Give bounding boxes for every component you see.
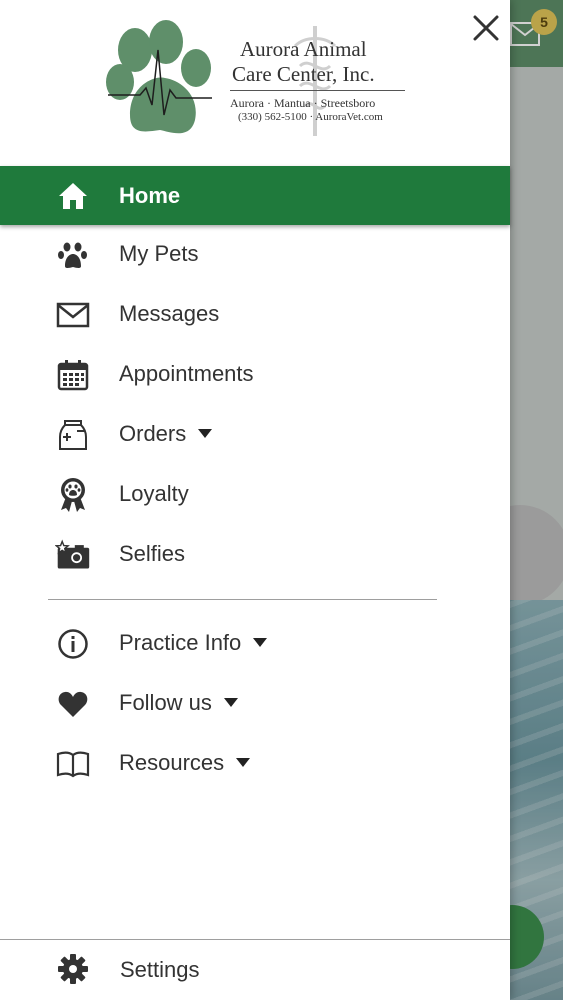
gear-icon — [55, 953, 91, 985]
menu-item-label: Orders — [119, 421, 213, 447]
menu-divider — [48, 599, 437, 600]
menu-item-resources[interactable]: Resources — [0, 734, 510, 794]
practice-logo: Aurora Animal Care Center, Inc. Aurora ·… — [100, 20, 410, 140]
practice-contact: (330) 562-5100 · AuroraVet.com — [238, 111, 383, 123]
practice-name-line1: Aurora Animal — [240, 37, 367, 61]
practice-towns: Aurora · Mantua · Streetsboro — [230, 96, 376, 110]
menu-item-label: Resources — [119, 750, 251, 776]
close-button[interactable] — [466, 8, 506, 48]
book-icon — [55, 748, 91, 780]
menu-item-label: Appointments — [119, 361, 254, 386]
menu-item-follow-us[interactable]: Follow us — [0, 674, 510, 734]
chevron-down-icon — [236, 757, 251, 767]
menu-item-settings[interactable]: Settings — [0, 940, 510, 1000]
menu-item-label: Messages — [119, 301, 220, 326]
medicine-bag-icon — [55, 419, 91, 451]
menu-item-appointments[interactable]: Appointments — [0, 345, 510, 405]
calendar-icon — [55, 359, 91, 391]
menu-item-label: Home — [119, 183, 181, 208]
menu-item-label: Loyalty — [119, 481, 189, 506]
menu-item-label: My Pets — [119, 241, 199, 266]
practice-name-line2: Care Center, Inc. — [232, 62, 375, 86]
info-icon — [55, 628, 91, 660]
menu-item-label: Follow us — [119, 690, 238, 716]
envelope-icon — [55, 299, 91, 331]
orders-label-text: Orders — [119, 421, 187, 446]
heart-icon — [55, 688, 91, 720]
menu-item-practice-info[interactable]: Practice Info — [0, 614, 510, 674]
award-ribbon-icon — [55, 478, 91, 512]
menu-item-my-pets[interactable]: My Pets — [0, 225, 510, 285]
chevron-down-icon — [198, 428, 213, 438]
menu-item-label: Practice Info — [119, 630, 268, 656]
resources-label-text: Resources — [119, 750, 225, 775]
settings-label: Settings — [120, 957, 200, 982]
close-icon — [473, 15, 499, 41]
menu-item-messages[interactable]: Messages — [0, 285, 510, 345]
practice-info-label-text: Practice Info — [119, 630, 242, 655]
logo-divider — [230, 90, 405, 91]
secondary-menu: Practice Info Follow us Resources — [0, 614, 510, 794]
home-icon — [55, 180, 91, 212]
menu-item-selfies[interactable]: Selfies — [0, 525, 510, 585]
menu-item-orders[interactable]: Orders — [0, 405, 510, 465]
menu-item-loyalty[interactable]: Loyalty — [0, 465, 510, 525]
primary-menu: Home My Pets Messages Appointments Order… — [0, 166, 510, 585]
chevron-down-icon — [223, 697, 238, 707]
paw-icon — [55, 239, 91, 271]
camera-star-icon — [55, 539, 91, 571]
navigation-drawer: Aurora Animal Care Center, Inc. Aurora ·… — [0, 0, 510, 1000]
paw-logo-icon — [106, 20, 212, 134]
menu-item-label: Selfies — [119, 541, 186, 566]
menu-item-home[interactable]: Home — [0, 166, 510, 225]
follow-us-label-text: Follow us — [119, 690, 212, 715]
chevron-down-icon — [253, 637, 268, 647]
